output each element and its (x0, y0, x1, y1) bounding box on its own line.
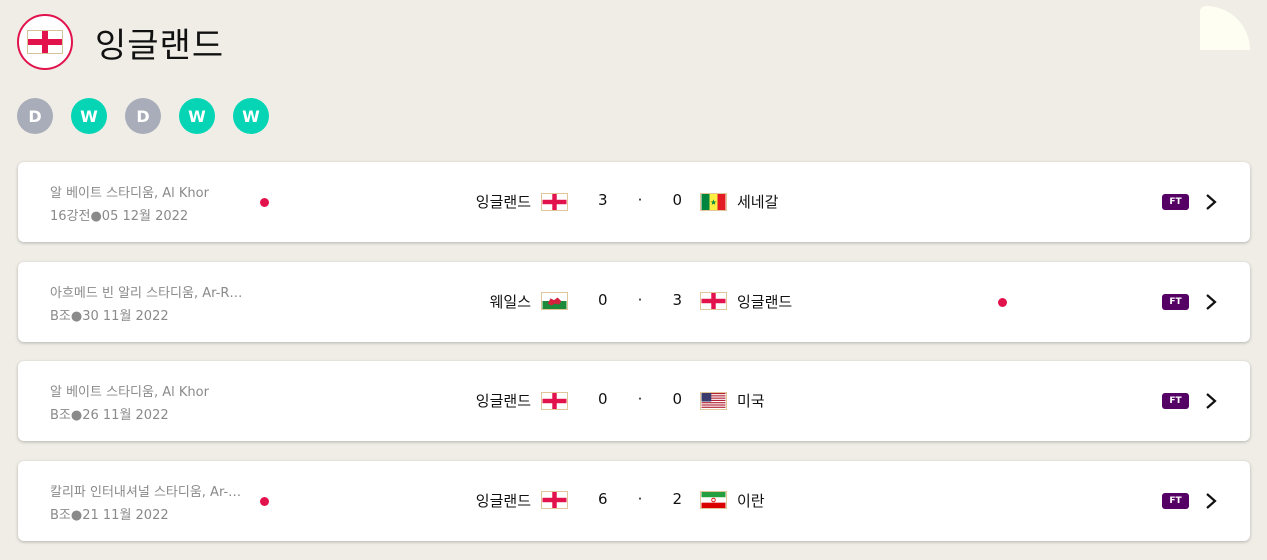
home-team-name: 잉글랜드 (475, 193, 531, 211)
away-team: 세네갈 (700, 191, 778, 212)
score-separator: · (637, 191, 643, 209)
home-score: 0 (598, 290, 608, 309)
england-flag-icon (541, 192, 568, 211)
corner-decoration (1200, 6, 1250, 50)
chevron-right-icon[interactable] (1205, 193, 1217, 211)
score-separator: · (637, 489, 643, 508)
away-score: 3 (672, 290, 682, 309)
match-round-date: B조●21 11월 2022 (50, 507, 169, 523)
page-title: 잉글랜드 (95, 25, 225, 66)
away-team-name: 이란 (737, 491, 765, 510)
match-status-badge: FT (1162, 492, 1189, 509)
away-score: 0 (672, 191, 682, 209)
scoreline: 3 · 0 (598, 191, 682, 209)
home-team: 웨일스 (490, 291, 568, 312)
match-status-badge: FT (1162, 194, 1189, 210)
live-indicator-dot (260, 198, 269, 207)
home-team-name: 웨일스 (489, 292, 531, 311)
home-team: 잉글랜드 (476, 390, 568, 411)
usa-flag-icon (700, 391, 727, 410)
chevron-right-icon[interactable] (1205, 492, 1217, 510)
home-team: 잉글랜드 (476, 191, 568, 212)
home-score: 6 (598, 489, 608, 508)
team-header: 잉글랜드 (17, 14, 224, 70)
match-venue: 칼리파 인터내셔널 스타디움, Ar-… (50, 484, 242, 500)
scoreline: 6 · 2 (598, 490, 682, 508)
away-team-name: 잉글랜드 (737, 292, 793, 311)
away-team: 미국 (700, 390, 765, 411)
form-result-badge: W (71, 98, 107, 134)
match-card[interactable]: 알 베이트 스타디움, Al Khor B조●26 11월 2022 잉글랜드 … (18, 361, 1250, 441)
live-indicator-dot (260, 496, 269, 506)
match-status-badge: FT (1162, 293, 1189, 310)
iran-flag-icon (700, 491, 727, 509)
away-team-name: 세네갈 (737, 193, 779, 211)
home-score: 0 (598, 390, 608, 408)
england-flag-icon (700, 292, 727, 310)
home-team-name: 잉글랜드 (475, 491, 531, 510)
match-venue: 아흐메드 빈 알리 스타디움, Ar-R… (50, 285, 243, 301)
chevron-right-icon[interactable] (1205, 392, 1217, 410)
england-flag-icon (541, 391, 568, 410)
match-round-date: B조●26 11월 2022 (50, 408, 169, 423)
live-indicator-dot (998, 297, 1007, 307)
match-list: 알 베이트 스타디움, Al Khor 16강전●05 12월 2022 잉글랜… (18, 162, 1250, 560)
away-team: 잉글랜드 (700, 291, 792, 312)
wales-flag-icon (541, 292, 568, 310)
away-score: 2 (672, 489, 682, 508)
score-separator: · (637, 390, 643, 408)
match-venue: 알 베이트 스타디움, Al Khor (50, 385, 209, 400)
match-card[interactable]: 알 베이트 스타디움, Al Khor 16강전●05 12월 2022 잉글랜… (18, 162, 1250, 242)
score-separator: · (637, 290, 643, 309)
chevron-right-icon[interactable] (1205, 293, 1217, 311)
senegal-flag-icon (700, 192, 727, 211)
form-result-badge: W (233, 98, 269, 134)
away-team-name: 미국 (737, 392, 765, 410)
form-result-badge: D (125, 98, 161, 134)
form-result-badge: D (17, 98, 53, 134)
scoreline: 0 · 3 (598, 291, 682, 309)
match-status-badge: FT (1162, 393, 1189, 409)
home-score: 3 (598, 191, 608, 209)
match-round-date: 16강전●05 12월 2022 (50, 209, 189, 224)
home-team-name: 잉글랜드 (475, 392, 531, 410)
team-badge (17, 14, 73, 70)
home-team: 잉글랜드 (476, 490, 568, 511)
match-venue: 알 베이트 스타디움, Al Khor (50, 186, 209, 201)
england-flag-icon (27, 30, 63, 54)
away-team: 이란 (700, 490, 765, 511)
recent-form: D W D W W (17, 98, 269, 134)
match-card[interactable]: 칼리파 인터내셔널 스타디움, Ar-… B조●21 11월 2022 잉글랜드… (18, 460, 1250, 541)
form-result-badge: W (179, 98, 215, 134)
scoreline: 0 · 0 (598, 390, 682, 408)
away-score: 0 (672, 390, 682, 408)
match-card[interactable]: 아흐메드 빈 알리 스타디움, Ar-R… B조●30 11월 2022 웨일스… (18, 261, 1250, 342)
england-flag-icon (541, 491, 568, 509)
match-round-date: B조●30 11월 2022 (50, 308, 169, 324)
